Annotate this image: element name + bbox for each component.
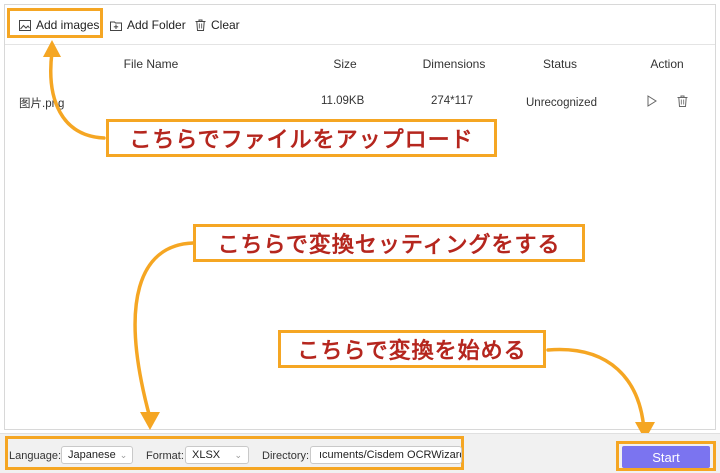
upload-annotation: こちらでファイルをアップロード — [106, 119, 497, 157]
clear-button[interactable]: Clear — [195, 15, 240, 35]
format-label: Format: — [146, 450, 184, 462]
toolbar: Add images Add Folder Clear — [5, 5, 715, 45]
chevron-down-icon: ⌄ — [119, 449, 128, 460]
start-annotation: こちらで変換を始める — [278, 330, 546, 368]
directory-value: ıcuments/Cisdem OCRWizard — [319, 449, 462, 461]
dimensions-cell: 274*117 — [431, 95, 473, 107]
trash-icon — [195, 19, 206, 31]
file-name-cell: 图片.png — [19, 98, 65, 110]
language-select[interactable]: Japanese ⌄ — [61, 446, 133, 464]
add-folder-button[interactable]: Add Folder — [110, 15, 186, 35]
delete-icon[interactable] — [677, 95, 688, 110]
folder-plus-icon — [110, 21, 122, 31]
col-size: Size — [333, 57, 357, 71]
format-select[interactable]: XLSX ⌄ — [185, 446, 249, 464]
status-cell: Unrecognized — [526, 97, 597, 109]
chevron-down-icon: ⌄ — [234, 449, 242, 460]
clear-label: Clear — [211, 18, 240, 32]
col-status: Status — [542, 57, 578, 71]
directory-field[interactable]: ıcuments/Cisdem OCRWizard — [310, 446, 462, 464]
size-cell: 11.09KB — [321, 95, 365, 107]
col-file-name: File Name — [123, 57, 179, 71]
language-value: Japanese — [68, 449, 116, 461]
col-action: Action — [650, 57, 684, 71]
add-folder-label: Add Folder — [127, 18, 186, 32]
settings-annotation: こちらで変換セッティングをする — [193, 224, 585, 262]
directory-label: Directory: — [262, 450, 310, 462]
col-dimensions: Dimensions — [422, 57, 486, 71]
format-value: XLSX — [192, 449, 221, 461]
start-button[interactable]: Start — [622, 446, 710, 468]
add-images-highlight — [7, 8, 103, 38]
play-icon[interactable] — [647, 95, 657, 110]
language-label: Language: — [9, 450, 61, 462]
